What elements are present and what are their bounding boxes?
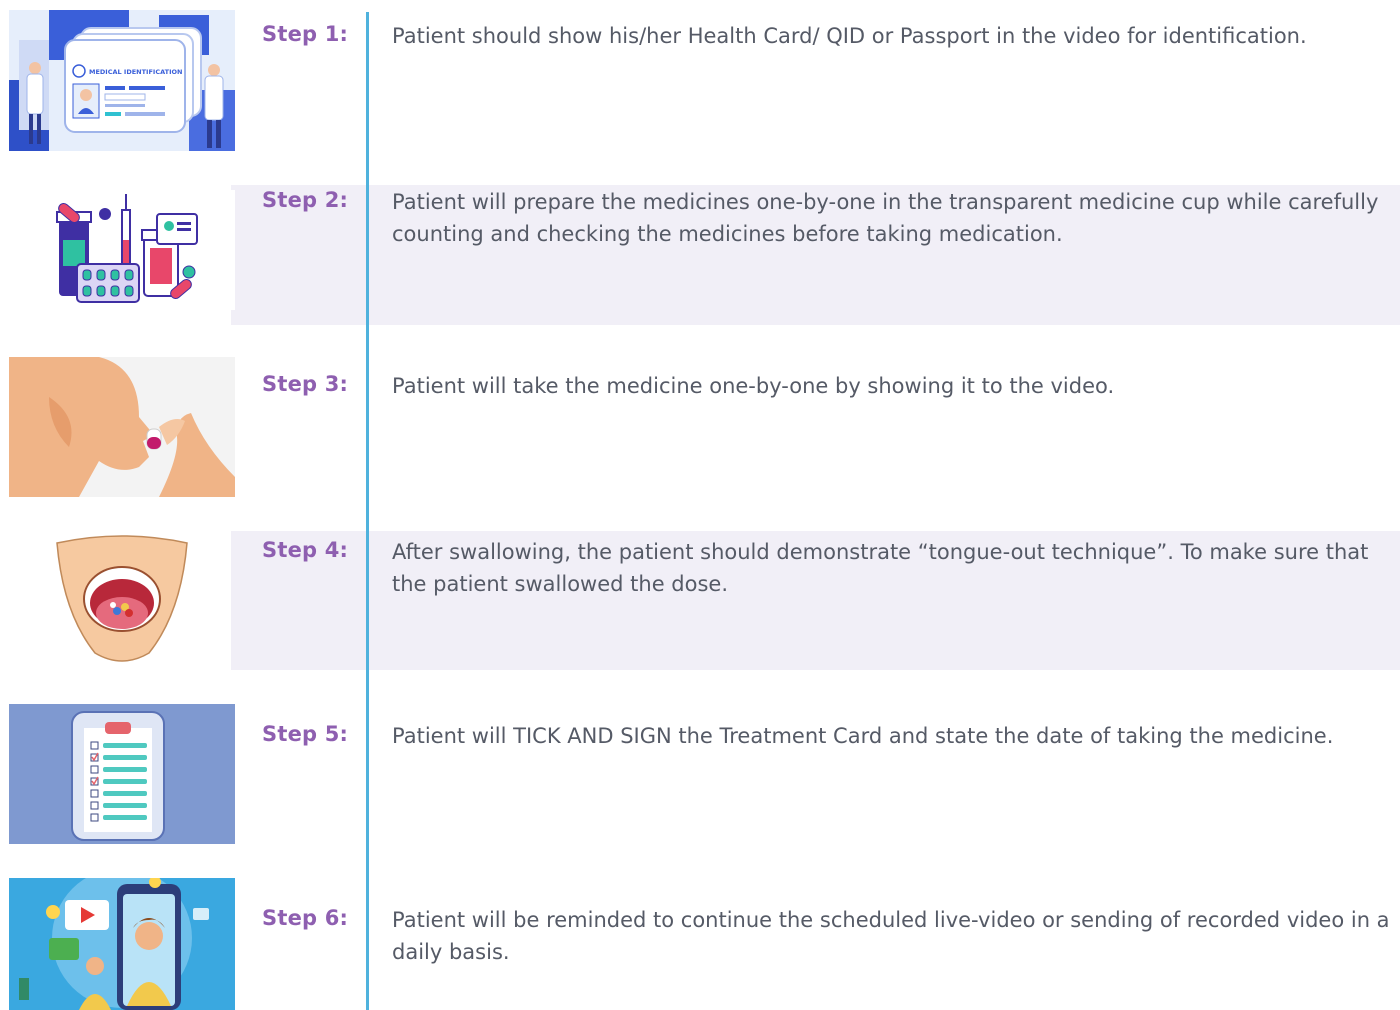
clipboard-checklist-illustration	[9, 704, 235, 844]
step-1-text: Patient should show his/her Health Card/…	[392, 24, 1307, 48]
step-1-label: Step 1:	[262, 22, 349, 46]
step-6-label: Step 6:	[262, 906, 349, 930]
step-3-label: Step 3:	[262, 372, 349, 396]
medicines-illustration	[9, 190, 235, 310]
step-3-text: Patient will take the medicine one-by-on…	[392, 374, 1115, 398]
vertical-divider	[366, 12, 369, 1010]
step-4-text: After swallowing, the patient should dem…	[392, 540, 1369, 596]
step-4-label: Step 4:	[262, 538, 349, 562]
step-5-label: Step 5:	[262, 722, 349, 746]
medical-id-card-illustration: MEDICAL IDENTIFICATION	[9, 10, 235, 151]
step-5-text: Patient will TICK AND SIGN the Treatment…	[392, 724, 1334, 748]
step-6-text: Patient will be reminded to continue the…	[392, 908, 1390, 964]
step-2-label: Step 2:	[262, 188, 349, 212]
step-2-text: Patient will prepare the medicines one-b…	[392, 190, 1379, 246]
person-taking-pill-illustration	[9, 357, 235, 497]
card-title: MEDICAL IDENTIFICATION	[89, 68, 182, 76]
video-call-illustration	[9, 878, 235, 1010]
open-mouth-illustration	[9, 533, 235, 669]
